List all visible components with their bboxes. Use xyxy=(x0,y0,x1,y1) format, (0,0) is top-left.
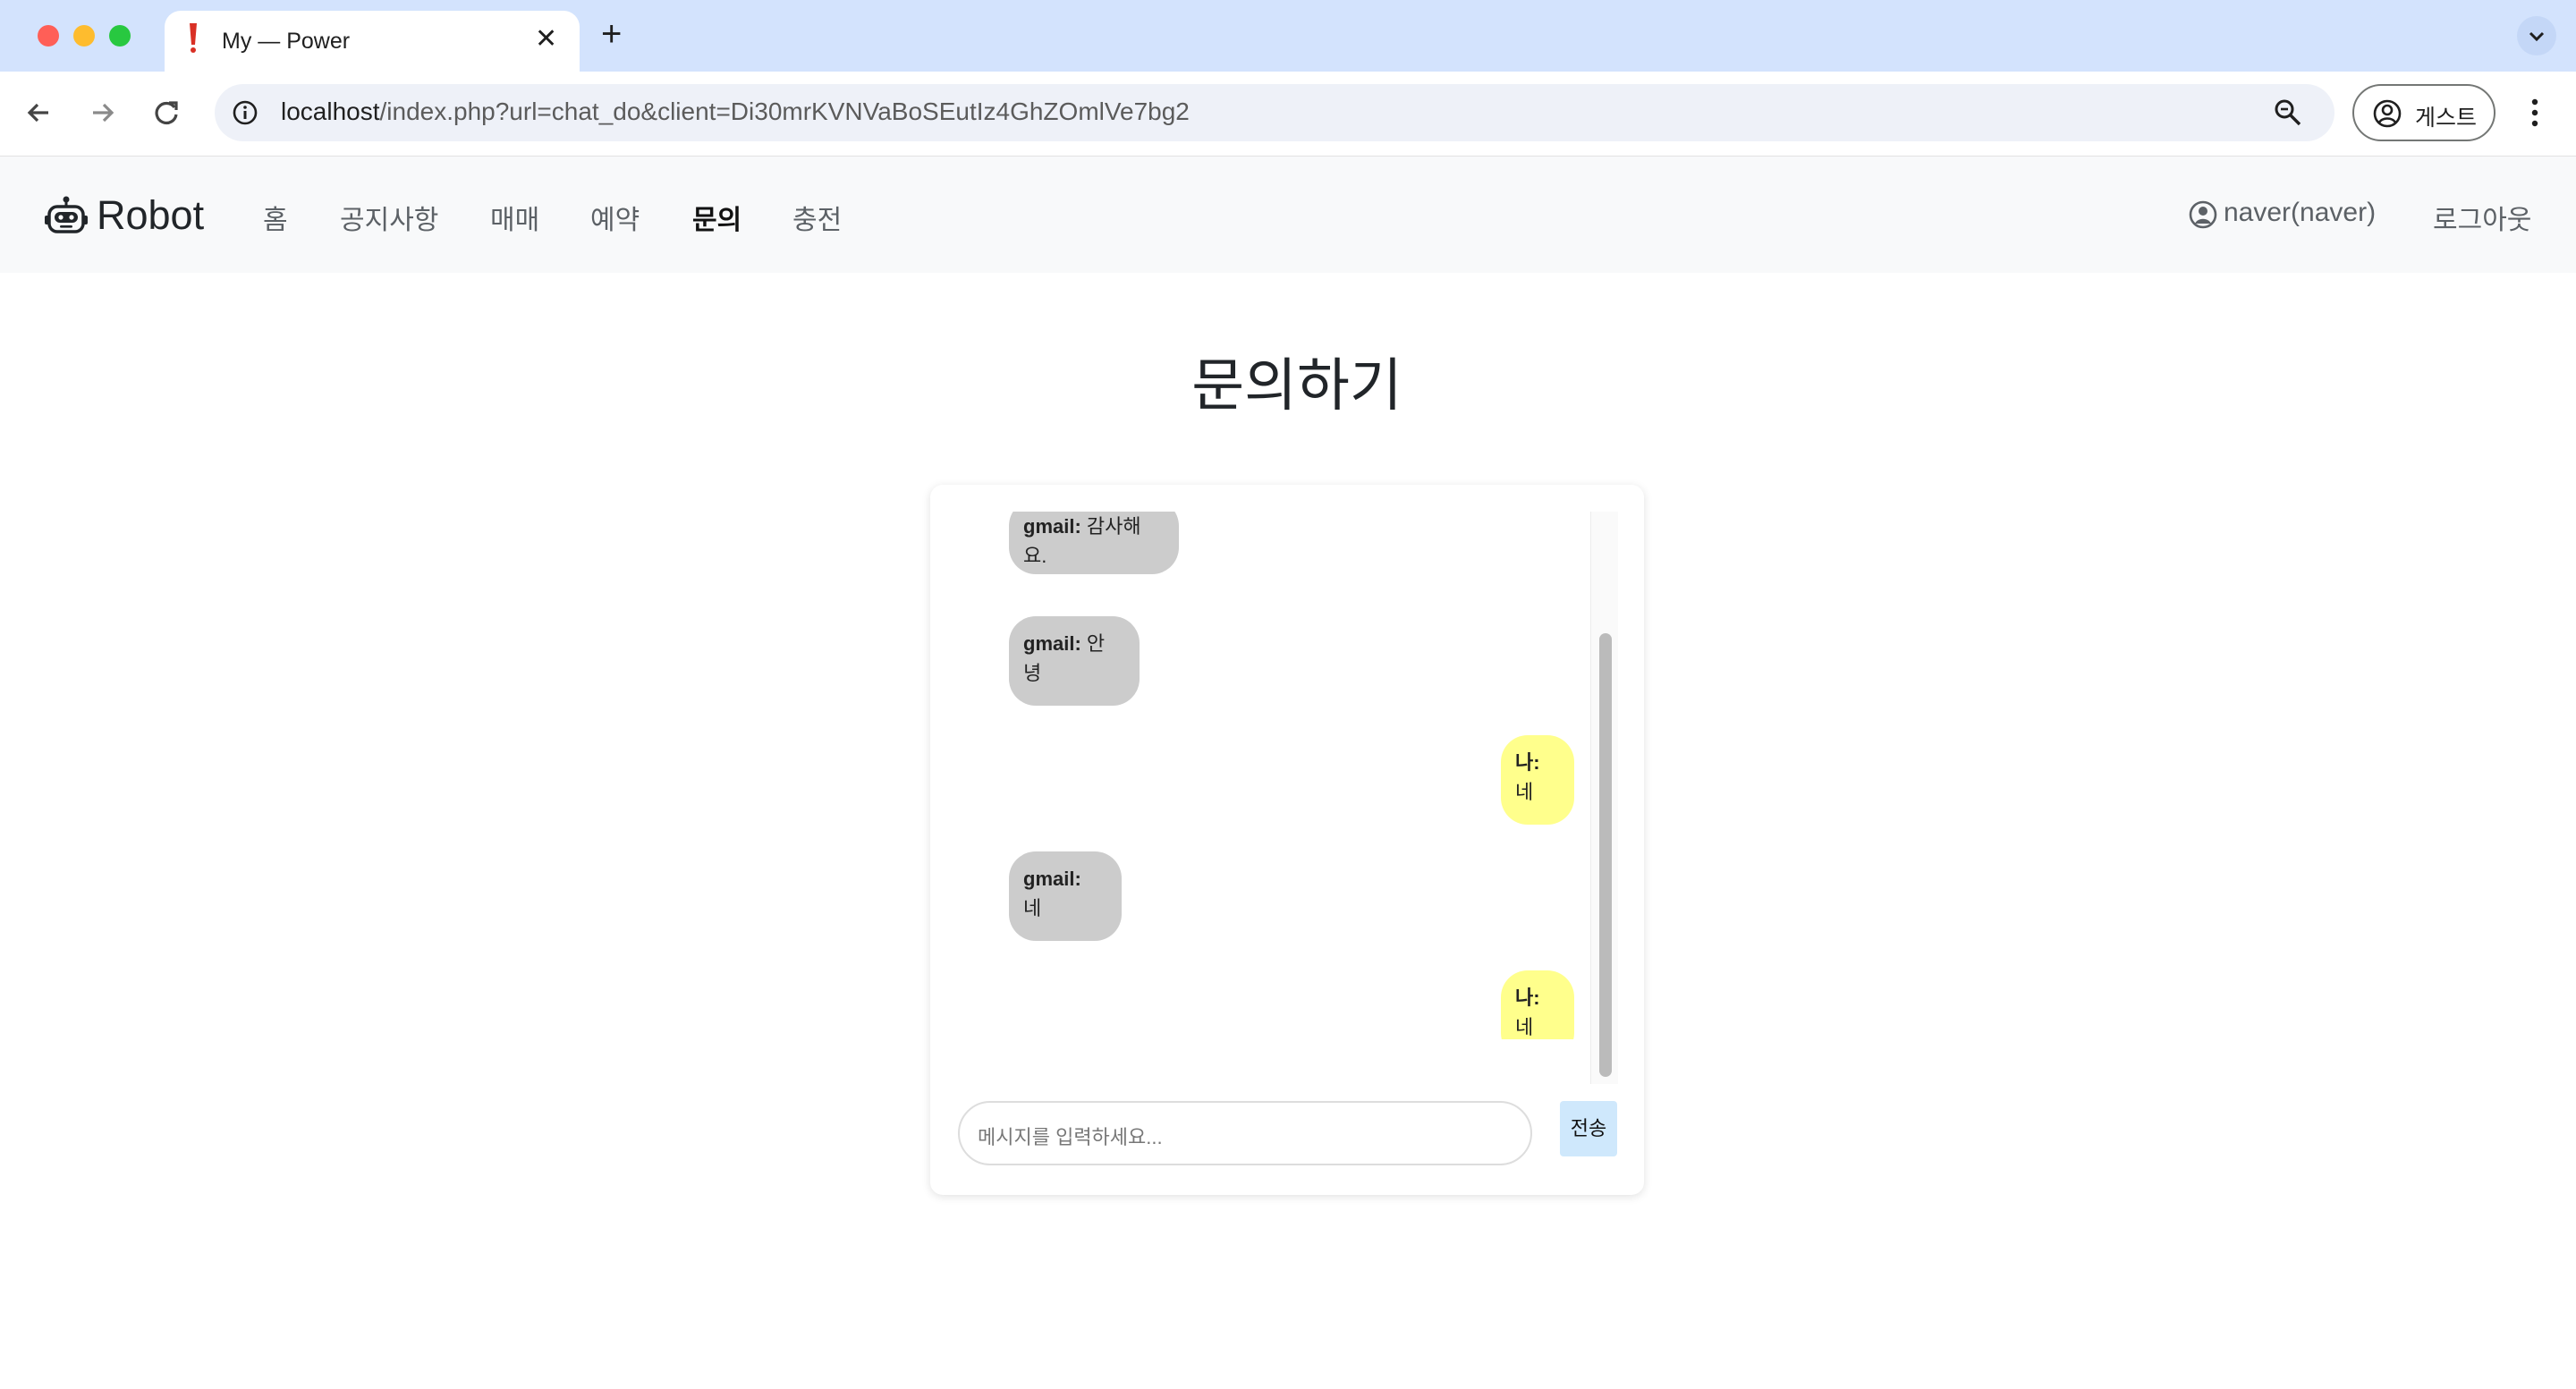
address-bar[interactable]: localhost/index.php?url=chat_do&client=D… xyxy=(215,84,2334,141)
nav-item-reservation[interactable]: 예약 xyxy=(590,198,640,237)
kebab-menu-icon[interactable] xyxy=(2521,91,2549,134)
message-sender: gmail: xyxy=(1023,868,1081,890)
url-host: localhost xyxy=(281,97,380,125)
forward-arrow-icon[interactable] xyxy=(80,91,123,134)
tab-title: My — Power xyxy=(222,29,351,54)
message-text: 네 xyxy=(1023,897,1042,919)
message-text: 안 xyxy=(1086,632,1106,655)
user-name: naver(naver) xyxy=(2224,198,2377,227)
chat-message-other: gmail: 안 녕 xyxy=(1009,616,1140,706)
chat-message-other: gmail: 네 xyxy=(1009,851,1122,941)
window-close-button[interactable] xyxy=(38,25,59,47)
message-text: 감사해 xyxy=(1086,515,1141,538)
window-zoom-button[interactable] xyxy=(109,25,131,47)
brand-text: Robot xyxy=(97,192,205,238)
logout-link[interactable]: 로그아웃 xyxy=(2433,198,2531,237)
message-sender: 나: xyxy=(1515,751,1540,774)
nav-item-inquiry[interactable]: 문의 xyxy=(692,198,741,237)
page-title: 문의하기 xyxy=(1191,353,1402,418)
url-path: /index.php?url=chat_do&client=Di30mrKVNV… xyxy=(379,97,1190,125)
chat-message-mine: 나: 네 xyxy=(1501,735,1574,825)
send-button[interactable]: 전송 xyxy=(1560,1101,1617,1156)
message-sender: gmail: xyxy=(1023,632,1081,655)
back-arrow-icon[interactable] xyxy=(18,91,61,134)
chevron-down-icon xyxy=(2529,31,2545,42)
browser-toolbar: localhost/index.php?url=chat_do&client=D… xyxy=(0,72,2576,157)
nav-item-notice[interactable]: 공지사항 xyxy=(340,198,438,237)
chat-message-mine: 나: 네 xyxy=(1501,970,1574,1039)
message-input-placeholder: 메시지를 입력하세요... xyxy=(978,1126,1163,1148)
user-circle-icon xyxy=(2373,99,2402,128)
zoom-icon[interactable] xyxy=(2272,97,2304,129)
message-text: 네 xyxy=(1515,781,1534,803)
browser-tab-strip: My — Power ✕ + xyxy=(0,0,2576,72)
info-icon[interactable] xyxy=(231,98,259,127)
message-sender: 나: xyxy=(1515,987,1540,1009)
chat-scrollbar[interactable] xyxy=(1590,512,1618,1084)
chat-messages[interactable]: gmail: 감사해 요. gmail: 안 녕 나: 네 gmail: 네 나… xyxy=(948,512,1610,1039)
nav-item-trade[interactable]: 매매 xyxy=(490,198,539,237)
user-circle-icon xyxy=(2189,200,2217,229)
message-text: 요. xyxy=(1023,545,1047,567)
url-text: localhost/index.php?url=chat_do&client=D… xyxy=(281,97,1190,126)
nav-item-home[interactable]: 홈 xyxy=(263,198,288,237)
message-text: 녕 xyxy=(1023,662,1042,684)
tab-search-button[interactable] xyxy=(2517,16,2556,55)
profile-label: 게스트 xyxy=(2415,106,2478,131)
profile-button[interactable]: 게스트 xyxy=(2352,84,2496,141)
tab-close-icon[interactable]: ✕ xyxy=(535,25,557,54)
message-text: 네 xyxy=(1515,1016,1534,1038)
message-input[interactable]: 메시지를 입력하세요... xyxy=(958,1101,1532,1165)
scrollbar-thumb[interactable] xyxy=(1599,633,1612,1077)
nav-item-charge[interactable]: 충전 xyxy=(792,198,842,237)
site-navbar: Robot 홈 공지사항 매매 예약 문의 충전 naver(naver) 로그… xyxy=(0,157,2576,273)
chat-box: gmail: 감사해 요. gmail: 안 녕 나: 네 gmail: 네 나… xyxy=(930,485,1644,1195)
new-tab-button[interactable]: + xyxy=(601,16,622,52)
browser-tab-active[interactable]: My — Power ✕ xyxy=(165,11,580,72)
robot-icon xyxy=(45,196,88,233)
reload-icon[interactable] xyxy=(145,91,188,134)
window-minimize-button[interactable] xyxy=(73,25,95,47)
chat-message-other: gmail: 감사해 요. xyxy=(1009,512,1179,574)
favicon-icon xyxy=(190,23,197,53)
message-sender: gmail: xyxy=(1023,515,1081,538)
